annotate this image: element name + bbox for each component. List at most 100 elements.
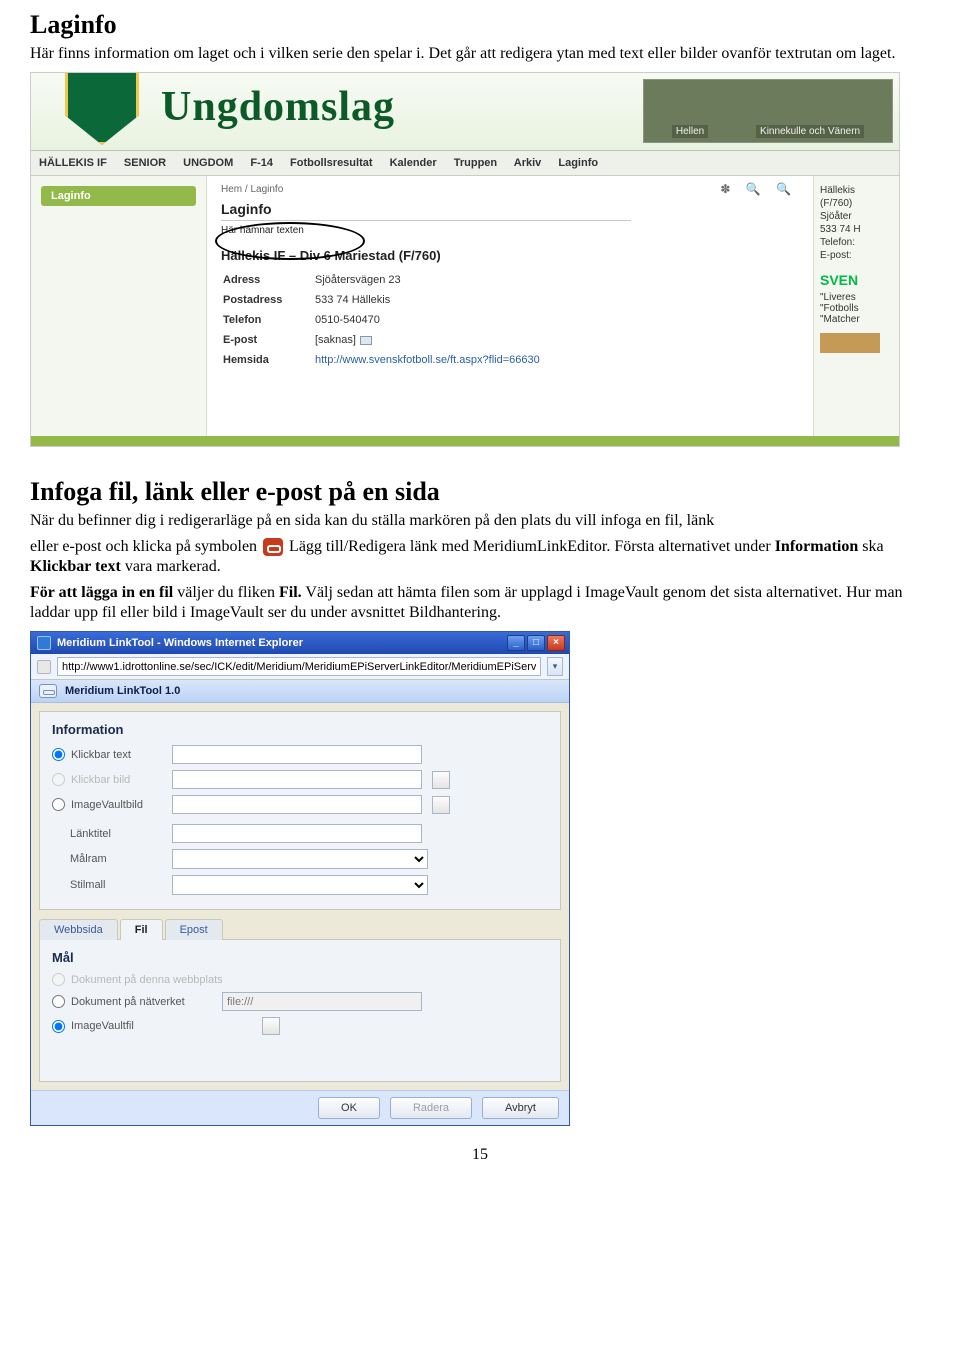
mail-icon[interactable] [360, 336, 372, 345]
url-input[interactable] [57, 657, 541, 676]
thumbnail-image [820, 333, 880, 353]
radio-imagevaultbild[interactable] [52, 798, 65, 811]
lanktitel-input[interactable] [172, 824, 422, 843]
page-number: 15 [30, 1146, 930, 1164]
nav-item[interactable]: Arkiv [514, 157, 542, 169]
table-row: Adress Sjöåtersvägen 23 [223, 271, 550, 289]
header-photo: Hellen Kinnekulle och Vänern [643, 79, 893, 143]
url-dropdown-button[interactable]: ▾ [547, 657, 563, 676]
link-icon [39, 684, 57, 698]
tab-webbsida[interactable]: Webbsida [39, 919, 118, 940]
nav-item[interactable]: UNGDOM [183, 157, 233, 169]
option-imagevaultfil[interactable]: ImageVaultfil [52, 1020, 252, 1033]
radio-dokument-webbplats [52, 973, 65, 986]
radera-button[interactable]: Radera [390, 1097, 472, 1119]
panel-heading: Mål [52, 950, 548, 965]
page-icon [37, 660, 51, 674]
option-imagevaultbild[interactable]: ImageVaultbild [52, 798, 162, 811]
main-content: Hem / Laginfo ✽ 🔍 🔍 Laginfo Här hamnar t… [207, 176, 813, 436]
left-sidebar: Laginfo [31, 176, 207, 436]
sidebar-item-laginfo[interactable]: Laginfo [41, 186, 196, 206]
maximize-button[interactable]: □ [527, 635, 545, 651]
table-row: Telefon 0510-540470 [223, 311, 550, 329]
avbryt-button[interactable]: Avbryt [482, 1097, 559, 1119]
value: Sjöåtersvägen 23 [315, 271, 550, 289]
window-titlebar: Meridium LinkTool - Windows Internet Exp… [31, 632, 569, 654]
nav-item[interactable]: Kalender [390, 157, 437, 169]
imagevaultbild-input[interactable] [172, 795, 422, 814]
radio-dokument-natverk[interactable] [52, 995, 65, 1008]
value[interactable]: http://www.svenskfotboll.se/ft.aspx?flid… [315, 351, 550, 369]
table-row: Postadress 533 74 Hällekis [223, 291, 550, 309]
window-title: Meridium LinkTool - Windows Internet Exp… [57, 637, 303, 649]
browse-imagevaultfil-button[interactable] [262, 1017, 280, 1035]
address-snippet: Hällekis (F/760) Sjöåter 533 74 H Telefo… [820, 184, 893, 262]
tab-epost[interactable]: Epost [165, 919, 223, 940]
team-heading: Hällekis IF – Div 6 Mariestad (F/760) [221, 248, 799, 263]
nav-item[interactable]: Fotbollsresultat [290, 157, 373, 169]
nav-item[interactable]: SENIOR [124, 157, 166, 169]
tab-fil[interactable]: Fil [120, 919, 163, 940]
table-row: Hemsida http://www.svenskfotboll.se/ft.a… [223, 351, 550, 369]
label: Telefon [223, 311, 313, 329]
label: Hemsida [223, 351, 313, 369]
sven-heading: SVEN [820, 272, 893, 288]
radio-imagevaultfil[interactable] [52, 1020, 65, 1033]
club-shield-logo [65, 73, 139, 145]
browse-imagevault-button[interactable] [432, 796, 450, 814]
link-snippet[interactable]: "Matcher [820, 314, 893, 325]
ok-button[interactable]: OK [318, 1097, 380, 1119]
section2-heading: Infoga fil, länk eller e-post på en sida [30, 477, 930, 507]
site-header: Ungdomslag Hellen Kinnekulle och Vänern [31, 73, 899, 151]
footer-bar [31, 436, 899, 446]
label: Postadress [223, 291, 313, 309]
value: 0510-540470 [315, 311, 550, 329]
right-links: "Liveres "Fotbolls "Matcher [820, 292, 893, 325]
app-toolbar: Meridium LinkTool 1.0 [31, 680, 569, 703]
section2-p2: eller e-post och klicka på symbolen Lägg… [30, 537, 930, 577]
option-klickbar-text[interactable]: Klickbar text [52, 748, 162, 761]
label-lanktitel: Länktitel [70, 828, 162, 840]
tab-bar: Webbsida Fil Epost [39, 918, 561, 940]
section1-heading: Laginfo [30, 10, 930, 40]
stilmall-select[interactable] [172, 875, 428, 895]
label-stilmall: Stilmall [70, 879, 162, 891]
option-klickbar-bild[interactable]: Klickbar bild [52, 773, 162, 786]
minimize-button[interactable]: _ [507, 635, 525, 651]
link-snippet[interactable]: "Liveres [820, 292, 893, 303]
radio-klickbar-text[interactable] [52, 748, 65, 761]
photo-label: Kinnekulle och Vänern [756, 125, 864, 138]
value: 533 74 Hällekis [315, 291, 550, 309]
close-button[interactable]: × [547, 635, 565, 651]
section1-paragraph: Här finns information om laget och i vil… [30, 44, 930, 64]
value: [saknas] [315, 331, 550, 349]
natverk-path-input[interactable] [222, 992, 422, 1011]
right-sidebar: Hällekis (F/760) Sjöåter 533 74 H Telefo… [813, 176, 899, 436]
team-info-table: Adress Sjöåtersvägen 23 Postadress 533 7… [221, 269, 552, 371]
browse-image-button[interactable] [432, 771, 450, 789]
nav-item[interactable]: Laginfo [558, 157, 598, 169]
section2-p1: När du befinner dig i redigerarläge på e… [30, 511, 930, 531]
address-bar: ▾ [31, 654, 569, 680]
malram-select[interactable] [172, 849, 428, 869]
photo-label: Hellen [672, 125, 708, 138]
page-heading: Laginfo [221, 201, 631, 221]
link-icon [263, 538, 283, 556]
panel-heading: Information [52, 722, 548, 737]
ie-icon [37, 636, 51, 650]
option-dokument-webbplats[interactable]: Dokument på denna webbplats [52, 973, 252, 986]
radio-klickbar-bild [52, 773, 65, 786]
page-tool-icons[interactable]: ✽ 🔍 🔍 [720, 182, 797, 196]
nav-item[interactable]: HÄLLEKIS IF [39, 157, 107, 169]
label-malram: Målram [70, 853, 162, 865]
section2-p3: För att lägga in en fil väljer du fliken… [30, 583, 930, 623]
dialog-buttons: OK Radera Avbryt [31, 1090, 569, 1125]
link-snippet[interactable]: "Fotbolls [820, 303, 893, 314]
site-title: Ungdomslag [161, 83, 395, 131]
klickbar-text-input[interactable] [172, 745, 422, 764]
option-dokument-natverk[interactable]: Dokument på nätverket [52, 995, 212, 1008]
nav-item[interactable]: Truppen [454, 157, 497, 169]
nav-item[interactable]: F-14 [250, 157, 273, 169]
label: E-post [223, 331, 313, 349]
klickbar-bild-input[interactable] [172, 770, 422, 789]
